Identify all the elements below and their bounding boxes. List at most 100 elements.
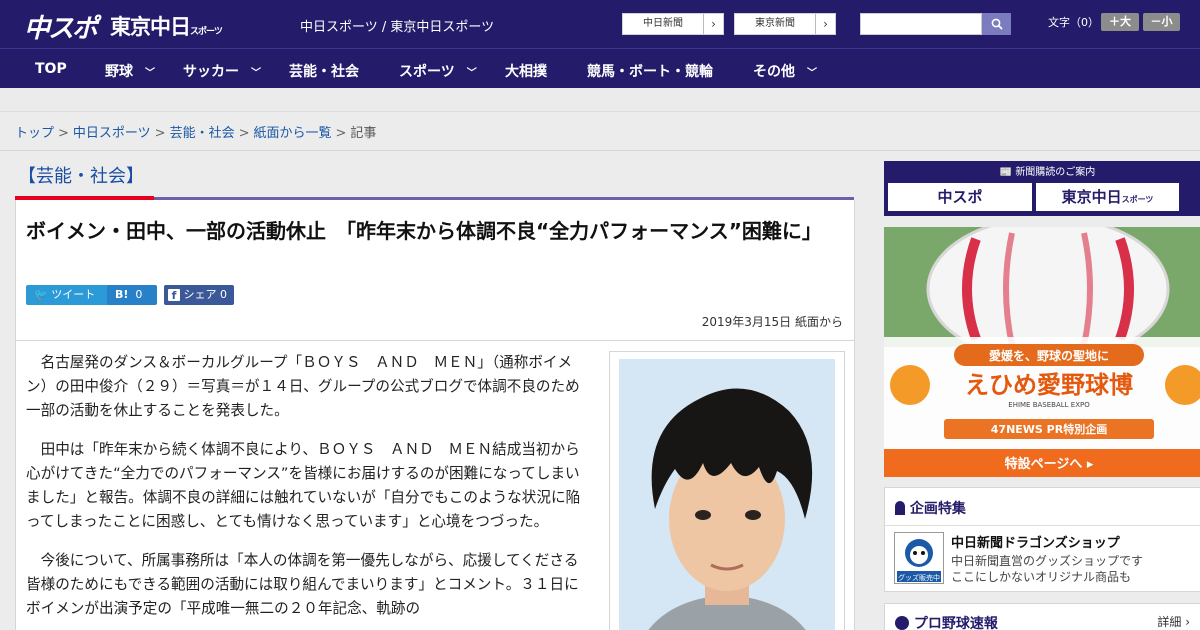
ad-headline: 愛媛を、野球の聖地に [989,348,1109,363]
nav-label: TOP [35,61,67,77]
article-paragraph: 今後について、所属事務所は「本人の体調を第一優先しながら、応援してくださる皆様の… [26,552,579,617]
dragons-mascot-icon: グッズ販売中 [897,539,941,582]
chevron-down-icon: ﹀ [251,68,261,79]
search-button[interactable] [982,13,1011,35]
chevron-right-icon: › [815,14,835,34]
chevron-down-icon: ﹀ [466,68,477,79]
search-icon [991,18,1003,30]
facebook-label: シェア [183,288,217,301]
description-line: 中日新聞直営のグッズショップです [951,554,1144,568]
link-label: 中日新聞 [643,18,683,29]
facebook-count: 0 [220,288,227,301]
chunichi-sports-logo[interactable]: 中スポ [24,8,98,45]
article-body: 名古屋発のダンス＆ボーカルグループ「ＢＯＹＳ ＡＮＤ ＭＥＮ」（通称ボイメン）の… [26,351,591,630]
ad-pr-label: 47NEWS PR特別企画 [991,422,1107,436]
ad-graphic: 愛媛を、野球の聖地に えひめ愛野球博 EHIME BASEBALL EXPO 4… [884,227,1200,477]
featured-title: 企画特集 [909,501,966,517]
nav-item-entertainment[interactable]: 芸能・社会 [289,61,359,81]
nav-label: 芸能・社会 [289,64,359,80]
nav-label: 大相撲 [505,64,547,80]
breadcrumb-top[interactable]: トップ [15,126,54,141]
hatena-bookmark-button[interactable]: B! 0 [107,285,157,305]
article-paragraph: 田中は「昨年末から続く体調不良により、ＢＯＹＳ ＡＮＤ ＭＥＮ結成当初から心がけ… [26,441,581,530]
nav-item-soccer[interactable]: サッカー ﹀ [183,61,261,81]
nav-item-keiba[interactable]: 競馬・ボート・競輪 [587,61,713,81]
site-name: 中日スポーツ / 東京中日スポーツ [300,20,495,35]
featured-section: 企画特集 グッズ販売中 中日新聞ドラゴンズショップ 中日新聞直営のグッズショップ… [884,487,1200,592]
featured-heading: 企画特集 [895,498,966,518]
subscription-banner[interactable]: 📰 新聞購読のご案内 中スポ 東京中日スポーツ [884,161,1200,216]
category-heading: 【芸能・社会】 [18,166,144,187]
logo-text: 東京中日 [110,15,191,39]
portrait-illustration [619,359,835,630]
featured-item-title[interactable]: 中日新聞ドラゴンズショップ [951,532,1120,551]
hatena-icon: B! [115,288,129,301]
chunichi-shimbun-link[interactable]: 中日新聞 › [622,13,724,35]
nav-item-other[interactable]: その他 ﹀ [753,61,817,81]
breadcrumb-separator: > [58,126,69,141]
chevron-down-icon: ﹀ [145,68,155,79]
description-line: ここにしかないオリジナル商品も [951,570,1132,584]
nav-label: 野球 [105,64,133,80]
ad-band [0,88,1200,112]
breadcrumb-separator: > [335,126,347,141]
tokyo-shimbun-link[interactable]: 東京新聞 › [734,13,836,35]
tweet-button[interactable]: 🐦 ツイート [26,285,112,305]
article-photo[interactable] [609,351,845,630]
divider [16,340,854,341]
text-size-label: 文字（0） [1048,16,1099,29]
divider [0,150,1200,151]
breadcrumb-separator: > [238,126,250,141]
nav-item-sumo[interactable]: 大相撲 [505,61,547,81]
breadcrumb-chunichi-sports[interactable]: 中日スポーツ [73,126,151,141]
nav-item-baseball[interactable]: 野球 ﹀ [105,61,155,81]
subscribe-chunichi-sports-link[interactable]: 中スポ [888,183,1032,211]
baseball-icon [895,616,909,630]
baseball-title: プロ野球速報 [913,616,998,630]
subscribe-tokyo-chunichi-link[interactable]: 東京中日スポーツ [1036,183,1179,211]
portrait-photo [619,359,835,630]
divider [885,525,1200,526]
shop-badge-text: グッズ販売中 [898,573,940,582]
article-paragraph: 名古屋発のダンス＆ボーカルグループ「ＢＯＹＳ ＡＮＤ ＭＥＮ」（通称ボイメン）の… [26,354,580,419]
tweet-label: ツイート [51,288,96,301]
nav-label: サッカー [183,64,239,80]
baseball-heading: プロ野球速報 [895,613,998,630]
nav-item-top[interactable]: TOP [35,61,67,77]
text-size-plus-button[interactable]: ＋大 [1101,13,1139,31]
breadcrumb-current: 記事 [350,126,377,141]
baseball-details-link[interactable]: 詳細 › [1157,613,1190,630]
text-size-minus-button[interactable]: －小 [1143,13,1180,31]
nav-label: その他 [753,64,795,80]
tokyo-chunichi-sports-logo[interactable]: 東京中日スポーツ [110,11,223,41]
nav-label: スポーツ [399,64,455,80]
search-input[interactable] [860,13,982,35]
nav-label: 競馬・ボート・競輪 [587,64,713,80]
subscription-title-text: 新聞購読のご案内 [1015,167,1096,178]
link-label: 東京中日 [1061,188,1122,206]
nav-item-sports[interactable]: スポーツ ﹀ [399,61,477,81]
breadcrumb-separator: > [154,126,166,141]
facebook-icon: f [168,289,180,302]
ad-logo-english: EHIME BASEBALL EXPO [1008,401,1090,409]
subscription-title: 📰 新聞購読のご案内 [884,163,1200,178]
ad-logo-text: えひめ愛野球博 [965,371,1133,399]
main-nav: TOP 野球 ﹀ サッカー ﹀ 芸能・社会 スポーツ ﹀ 大相撲 競馬・ボート・競輪 … [0,48,1200,88]
hatena-count: 0 [135,288,143,301]
ribbon-icon [895,501,905,515]
chevron-right-icon: › [703,14,723,34]
ad-cta: 特設ページへ ▸ [1005,456,1094,472]
newspaper-icon: 📰 [999,167,1013,178]
facebook-share-button[interactable]: f シェア 0 [164,285,234,305]
breadcrumb-entertainment[interactable]: 芸能・社会 [170,126,235,141]
link-label: 東京新聞 [755,18,795,29]
featured-item-description: 中日新聞直営のグッズショップです ここにしかないオリジナル商品も [951,553,1143,585]
article-date: 2019年3月15日 紙面から [701,315,843,329]
breadcrumb: トップ > 中日スポーツ > 芸能・社会 > 紙面から一覧 > 記事 [15,122,376,141]
breadcrumb-paper-list[interactable]: 紙面から一覧 [254,126,332,141]
dragons-shop-thumbnail[interactable]: グッズ販売中 [894,532,944,584]
twitter-icon: 🐦 [34,288,48,301]
chevron-down-icon: ﹀ [807,68,817,79]
ehime-baseball-expo-ad[interactable]: 愛媛を、野球の聖地に えひめ愛野球博 EHIME BASEBALL EXPO 4… [884,227,1200,477]
article: ボイメン・田中、一部の活動休止 「昨年末から体調不良“全力パフォーマンス”困難に… [15,200,855,630]
